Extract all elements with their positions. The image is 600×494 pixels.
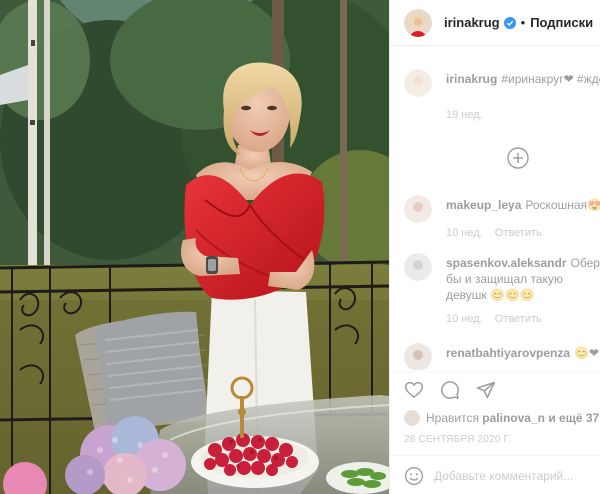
- liker-avatar[interactable]: [404, 410, 420, 426]
- load-more-comments-icon[interactable]: [507, 147, 529, 169]
- liker-username[interactable]: palinova_n: [482, 411, 545, 425]
- author-username[interactable]: irinakrug: [444, 15, 500, 30]
- heart-icon[interactable]: [404, 380, 424, 400]
- comment-time: 19 нед.: [446, 109, 483, 121]
- following-button[interactable]: Подписки: [530, 15, 593, 30]
- comment-username[interactable]: irinakrug: [446, 72, 497, 86]
- header-separator: •: [520, 15, 526, 30]
- comment-avatar[interactable]: [404, 253, 432, 281]
- verified-badge-icon: [503, 16, 516, 29]
- likes-count[interactable]: и ещё 37 3: [548, 411, 600, 425]
- comment-text: #иринакруг❤ #ждемгостей👸 #деньрожде: [501, 72, 600, 86]
- comment-avatar[interactable]: [404, 343, 432, 370]
- author-avatar[interactable]: [404, 8, 432, 37]
- post-sidebar: irinakrug • Подписки irinakrug #иринакруг…: [389, 0, 600, 494]
- comment-text: 😊❤: [574, 346, 600, 360]
- comment-username[interactable]: spasenkov.aleksandr: [446, 256, 567, 270]
- likes-prefix: Нравится: [426, 411, 479, 425]
- post-image: [0, 0, 389, 494]
- reply-button[interactable]: Ответить: [495, 313, 542, 325]
- action-icons: [404, 380, 496, 400]
- comments-list: irinakrug #иринакруг❤ #ждемгостей👸 #деньр…: [390, 47, 600, 370]
- post-header: irinakrug • Подписки: [390, 0, 600, 46]
- comment-time: 10 нед.: [446, 227, 483, 239]
- likes-summary: Нравится palinova_n и ещё 37 3: [404, 410, 600, 426]
- comment-time: 10 нед.: [446, 313, 483, 325]
- post-actions: Нравится palinova_n и ещё 37 3 28 сентяб…: [390, 371, 600, 494]
- comment-avatar[interactable]: [404, 69, 432, 97]
- emoji-icon[interactable]: [404, 466, 424, 486]
- post-date: 28 сентября 2020 г.: [404, 434, 511, 445]
- comment-username[interactable]: makeup_leya: [446, 198, 521, 212]
- comment-text: Роскошная😍👍: [525, 198, 600, 212]
- add-comment-bar: [390, 455, 600, 494]
- instagram-post-view: irinakrug • Подписки irinakrug #иринакруг…: [0, 0, 600, 494]
- comment-icon[interactable]: [440, 380, 460, 400]
- reply-button[interactable]: Ответить: [495, 227, 542, 239]
- comment-avatar[interactable]: [404, 195, 432, 223]
- comment-username[interactable]: renatbahtiyarovpenza: [446, 346, 570, 360]
- share-icon[interactable]: [476, 380, 496, 400]
- post-photo[interactable]: [0, 0, 389, 494]
- add-comment-input[interactable]: [434, 468, 600, 483]
